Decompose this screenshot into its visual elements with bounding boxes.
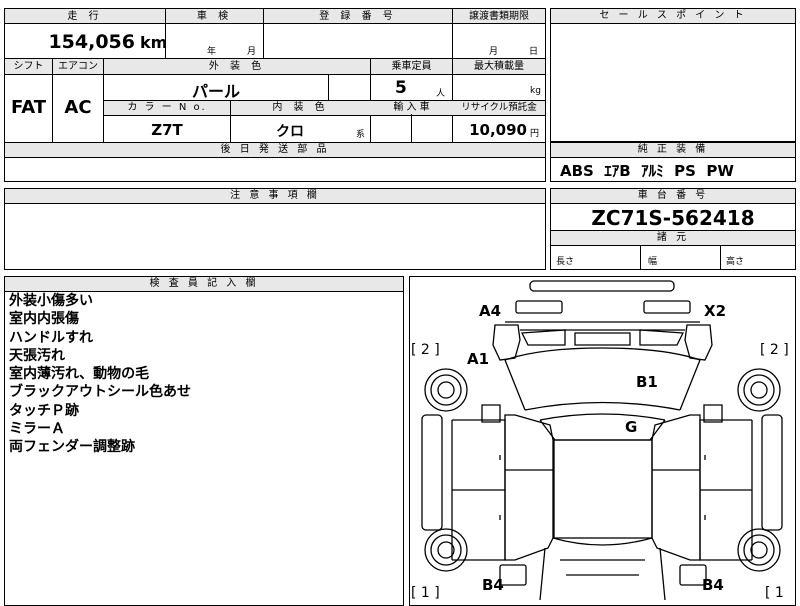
- mark-g: G: [625, 418, 637, 436]
- tire-right-front-mark: [ 2 ]: [760, 342, 789, 358]
- car-diagram: A4 X2 A1 B1 G B4 B4 [ 2 ] [ 2 ] [ 1 ] [ …: [411, 280, 789, 600]
- mark-a1: A1: [467, 350, 489, 368]
- mark-b1: B1: [636, 373, 658, 391]
- tire-left-front-mark: [ 2 ]: [411, 342, 440, 358]
- mark-x2: X2: [704, 302, 726, 320]
- mark-a4: A4: [479, 302, 501, 320]
- tire-left-rear-mark: [ 1 ]: [411, 585, 440, 600]
- mark-b4-left: B4: [482, 576, 504, 594]
- mark-b4-right: B4: [702, 576, 724, 594]
- tire-right-rear-mark: [ 1: [765, 585, 784, 600]
